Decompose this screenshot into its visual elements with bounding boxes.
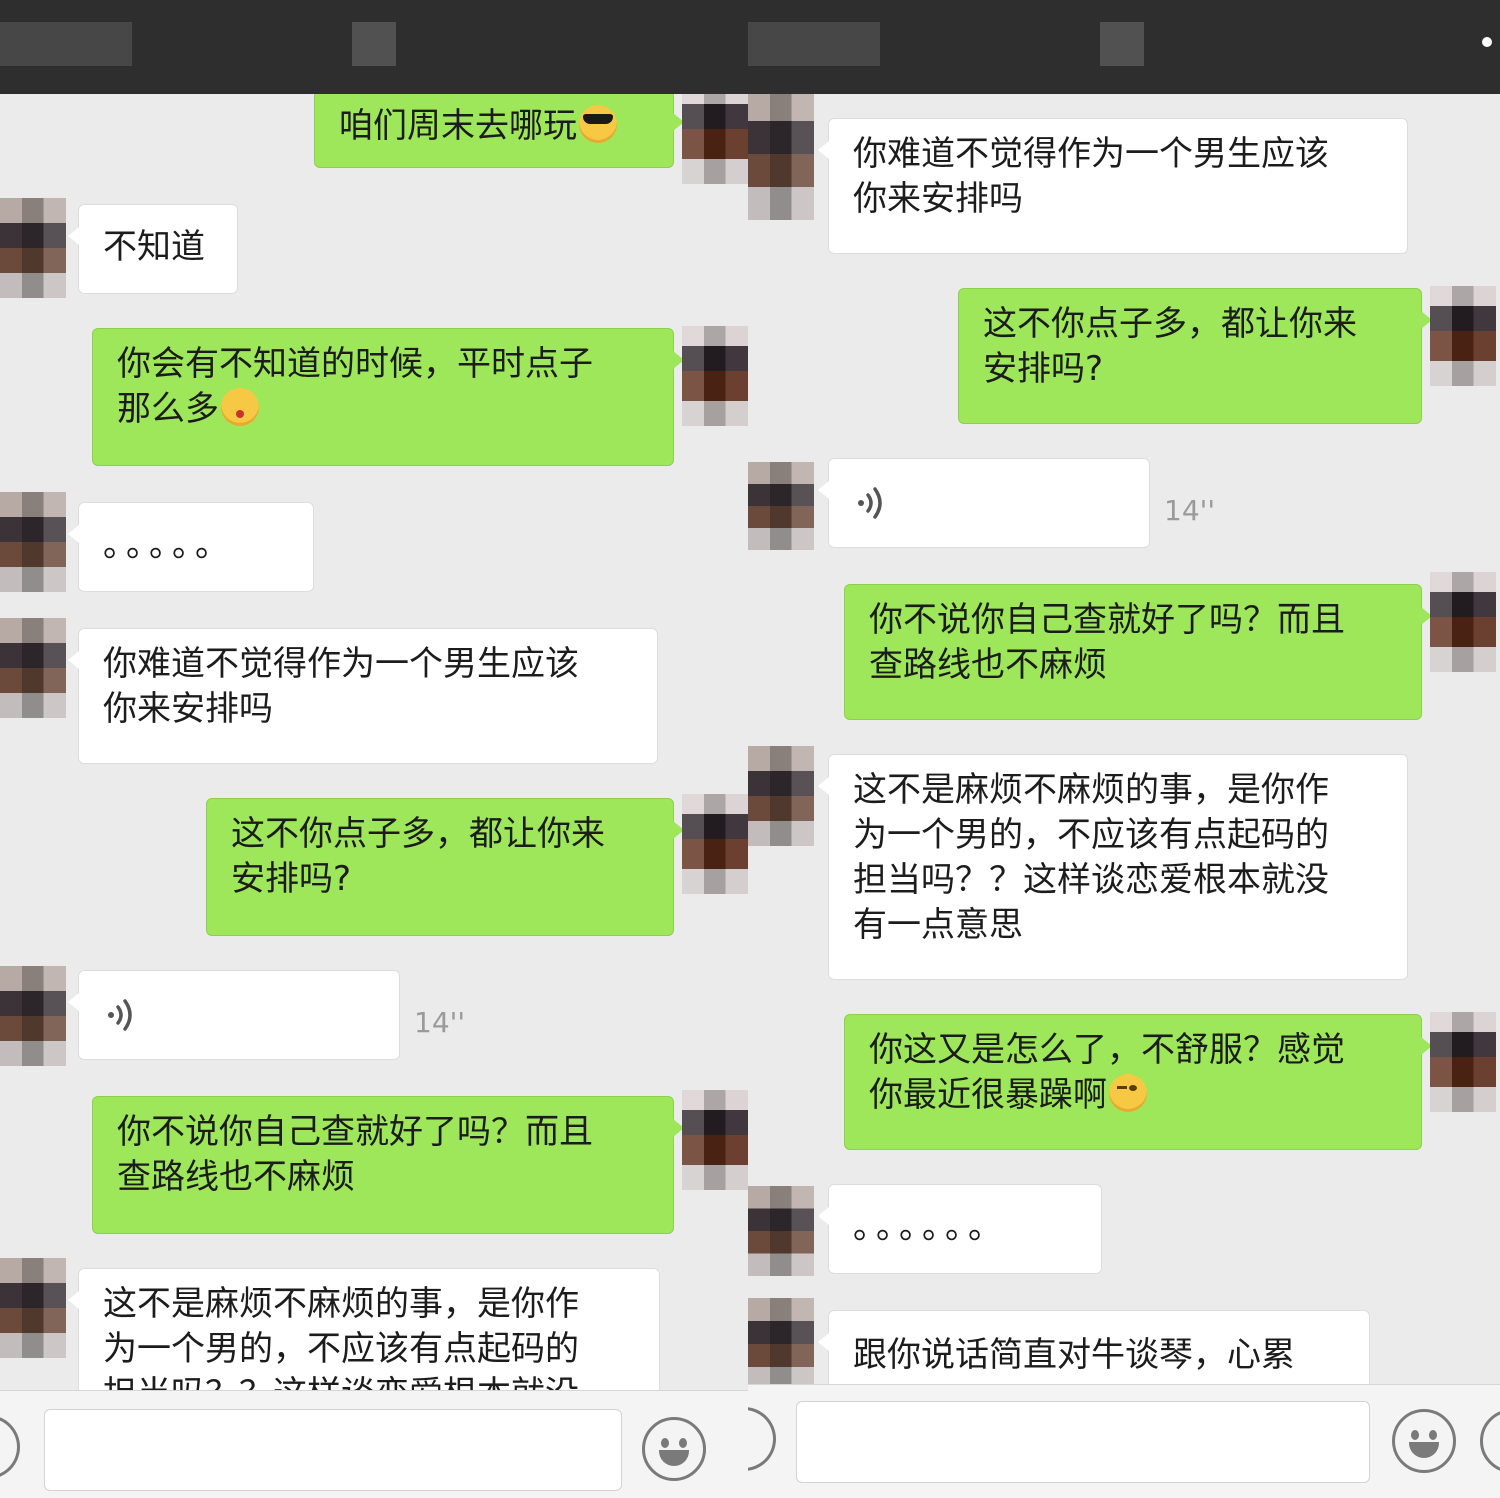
pixelated-title xyxy=(352,22,396,66)
pixelated-contact-name xyxy=(748,22,880,66)
message-list[interactable]: 你难道不觉得作为一个男生应该 你来安排吗 这不你点子多，都让你来 安排吗? 14… xyxy=(748,94,1500,1390)
avatar[interactable] xyxy=(0,618,66,718)
chat-screenshot-left: 咱们周末去哪玩 不知道 你会有不知道的时候，平时点子 那么多 。。。。。 你难道… xyxy=(0,0,750,1498)
input-toolbar xyxy=(748,1384,1500,1498)
top-bar xyxy=(0,0,750,94)
plus-icon[interactable] xyxy=(1480,1409,1500,1473)
voice-duration: 14'' xyxy=(1164,494,1216,527)
message-text: 这不是麻烦不麻烦的事，是你作 为一个男的，不应该有点起码的 担当吗？？这样谈恋爱… xyxy=(103,1284,579,1390)
message-text: 这不你点子多，都让你来 安排吗? xyxy=(231,814,605,899)
kiss-emoji-icon xyxy=(221,388,259,426)
message-text: 你不说你自己查就好了吗？而且 查路线也不麻烦 xyxy=(117,1112,593,1197)
message-list[interactable]: 咱们周末去哪玩 不知道 你会有不知道的时候，平时点子 那么多 。。。。。 你难道… xyxy=(0,94,750,1390)
message-text: 。。。。。。 xyxy=(853,1207,1008,1247)
message-text: 你不说你自己查就好了吗？而且 查路线也不麻烦 xyxy=(869,600,1345,685)
message-bubble-incoming[interactable]: 这不是麻烦不麻烦的事，是你作 为一个男的，不应该有点起码的 担当吗？？这样谈恋爱… xyxy=(68,1268,660,1390)
voice-duration: 14'' xyxy=(414,1006,466,1039)
input-toolbar xyxy=(0,1390,750,1498)
message-bubble-outgoing[interactable]: 咱们周末去哪玩 xyxy=(314,94,684,168)
avatar[interactable] xyxy=(682,1090,748,1190)
message-bubble-outgoing[interactable]: 你这又是怎么了，不舒服？感觉 你最近很暴躁啊 xyxy=(844,1014,1432,1150)
message-bubble-incoming[interactable]: 。。。。。。 xyxy=(818,1184,1102,1274)
message-text: 这不你点子多，都让你来 安排吗? xyxy=(983,304,1357,389)
avatar[interactable] xyxy=(682,326,748,426)
message-input[interactable] xyxy=(796,1401,1370,1483)
top-bar xyxy=(748,0,1500,94)
message-bubble-incoming[interactable]: 你难道不觉得作为一个男生应该 你来安排吗 xyxy=(818,118,1408,254)
avatar[interactable] xyxy=(1430,572,1496,672)
avatar[interactable] xyxy=(748,1186,814,1276)
message-text: 跟你说话简直对牛谈琴，心累 xyxy=(853,1335,1295,1375)
avatar[interactable] xyxy=(682,94,748,184)
message-bubble-incoming[interactable]: 这不是麻烦不麻烦的事，是你作 为一个男的，不应该有点起码的 担当吗？？这样谈恋爱… xyxy=(818,754,1408,980)
message-bubble-incoming[interactable]: 跟你说话简直对牛谈琴，心累 xyxy=(818,1310,1370,1390)
chat-screenshot-right: 你难道不觉得作为一个男生应该 你来安排吗 这不你点子多，都让你来 安排吗? 14… xyxy=(748,0,1500,1498)
avatar[interactable] xyxy=(0,492,66,592)
message-text: 你难道不觉得作为一个男生应该 你来安排吗 xyxy=(853,134,1329,219)
pixelated-title xyxy=(1100,22,1144,66)
avatar[interactable] xyxy=(748,746,814,846)
message-text: 。。。。。 xyxy=(103,525,235,565)
wink-emoji-icon xyxy=(1109,1074,1147,1112)
message-text: 这不是麻烦不麻烦的事，是你作 为一个男的，不应该有点起码的 担当吗？？这样谈恋爱… xyxy=(853,770,1329,945)
message-bubble-outgoing[interactable]: 这不你点子多，都让你来 安排吗? xyxy=(958,288,1432,424)
message-bubble-outgoing[interactable]: 你不说你自己查就好了吗？而且 查路线也不麻烦 xyxy=(844,584,1432,720)
message-bubble-incoming[interactable]: 你难道不觉得作为一个男生应该 你来安排吗 xyxy=(68,628,658,764)
voice-toggle-icon[interactable] xyxy=(748,1407,776,1471)
message-text: 不知道 xyxy=(103,227,205,267)
message-bubble-outgoing[interactable]: 这不你点子多，都让你来 安排吗? xyxy=(206,798,684,936)
avatar[interactable] xyxy=(748,94,814,220)
smiley-face-icon[interactable] xyxy=(642,1417,706,1481)
voice-message-bubble[interactable] xyxy=(818,458,1150,548)
avatar[interactable] xyxy=(0,966,66,1066)
message-input[interactable] xyxy=(44,1409,622,1491)
smiley-face-icon[interactable] xyxy=(1392,1409,1456,1473)
voice-wave-icon xyxy=(108,999,132,1031)
message-text: 你难道不觉得作为一个男生应该 你来安排吗 xyxy=(103,644,579,729)
avatar[interactable] xyxy=(1430,1012,1496,1112)
voice-wave-icon xyxy=(858,487,882,519)
message-bubble-incoming[interactable]: 不知道 xyxy=(68,204,238,294)
voice-toggle-icon[interactable] xyxy=(0,1415,20,1479)
message-text: 你会有不知道的时候，平时点子 那么多 xyxy=(117,344,593,429)
avatar[interactable] xyxy=(0,198,66,298)
avatar[interactable] xyxy=(748,1298,814,1390)
avatar[interactable] xyxy=(748,462,814,550)
message-bubble-incoming[interactable]: 。。。。。 xyxy=(68,502,314,592)
message-text: 你这又是怎么了，不舒服？感觉 你最近很暴躁啊 xyxy=(869,1030,1345,1115)
avatar[interactable] xyxy=(682,794,748,894)
avatar[interactable] xyxy=(1430,286,1496,386)
message-bubble-outgoing[interactable]: 你会有不知道的时候，平时点子 那么多 xyxy=(92,328,684,466)
menu-dot-icon[interactable] xyxy=(1482,37,1492,47)
sunglasses-emoji-icon xyxy=(579,105,617,143)
voice-message-bubble[interactable] xyxy=(68,970,400,1060)
pixelated-contact-name xyxy=(0,22,132,66)
message-bubble-outgoing[interactable]: 你不说你自己查就好了吗？而且 查路线也不麻烦 xyxy=(92,1096,684,1234)
message-text: 咱们周末去哪玩 xyxy=(339,106,577,146)
avatar[interactable] xyxy=(0,1258,66,1358)
